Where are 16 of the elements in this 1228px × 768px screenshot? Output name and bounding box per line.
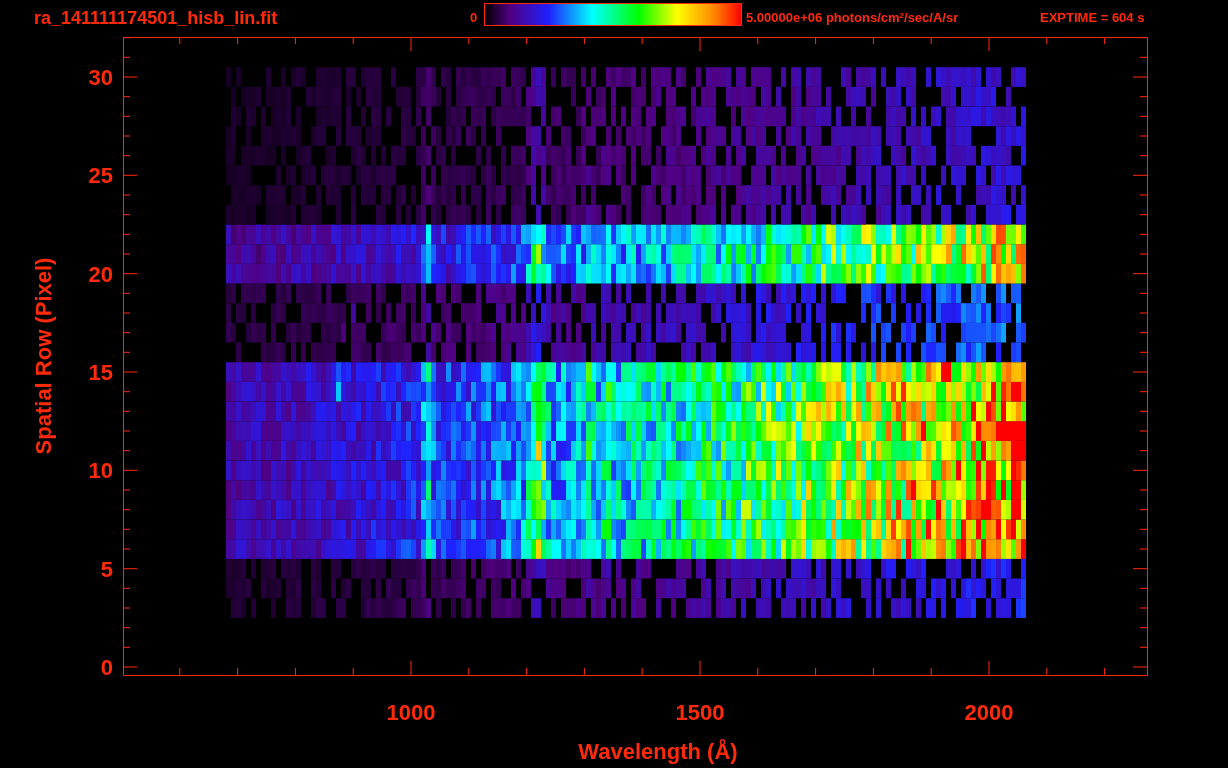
y-tick-label: 10 <box>88 458 113 484</box>
y-tick-label: 0 <box>100 655 113 680</box>
y-tick-label: 5 <box>100 556 113 582</box>
colorbar-max-label: 5.00000e+06 photons/cm$^{2}$/sec/A/sr <box>746 9 960 28</box>
x-tick-label: 2000 <box>964 700 1014 725</box>
y-tick-label: 30 <box>88 65 113 90</box>
y-tick-label: 15 <box>88 360 113 385</box>
x-tick-label: 1500 <box>675 700 725 725</box>
y-axis-title: Spatial Row (Pixel) <box>31 257 56 455</box>
x-axis-title: Wavelength (Å) <box>578 739 738 764</box>
x-tick-label: 1000 <box>386 700 436 725</box>
y-tick-label: 20 <box>88 261 113 287</box>
exposure-time: EXPTIME = 604 s <box>1040 9 1145 28</box>
y-tick-label: 25 <box>88 163 113 189</box>
file-title: ra_141111174501_hisb_lin.fit <box>34 6 279 30</box>
colorbar-min-label: 0 <box>470 9 479 28</box>
